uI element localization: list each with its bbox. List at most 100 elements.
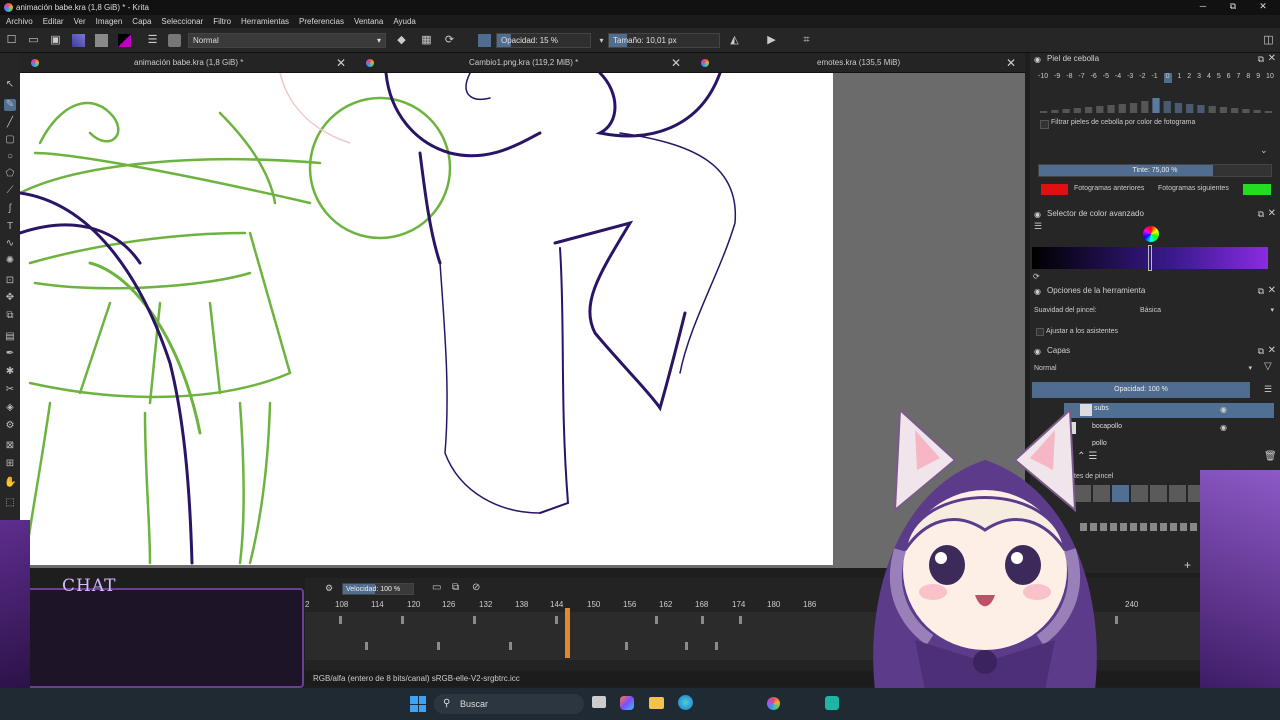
ellipse-tool-icon[interactable]: ○ — [4, 151, 16, 163]
keyframe-mark[interactable] — [473, 616, 476, 624]
onion-frame-number[interactable]: 10 — [1266, 73, 1274, 83]
onion-opacity-bar[interactable] — [1219, 107, 1228, 113]
menu-capa[interactable]: Capa — [132, 17, 151, 26]
mirror-horizontal-icon[interactable]: ◭ — [728, 34, 741, 47]
keyframe-mark[interactable] — [701, 616, 704, 624]
tab-emotes[interactable]: emotes.kra (135,5 MiB) — [817, 53, 900, 73]
assistant-tool-icon[interactable]: ⚙ — [4, 420, 16, 432]
measure-tool-icon[interactable]: ⊠ — [4, 440, 16, 452]
tint-slider[interactable]: Tinte: 75,00 % — [1038, 164, 1272, 177]
close-docker-icon[interactable]: ✕ — [1268, 345, 1276, 356]
open-folder-icon[interactable]: ▭ — [27, 34, 40, 47]
onion-opacity-bar[interactable] — [1186, 104, 1194, 113]
speed-slider[interactable]: Velocidad: 100 % — [342, 583, 414, 595]
menu-imagen[interactable]: Imagen — [96, 17, 123, 26]
keyframe-mark[interactable] — [555, 616, 558, 624]
onion-opacity-bar[interactable] — [1073, 108, 1081, 113]
save-icon[interactable]: ▣ — [49, 34, 62, 47]
onion-frame-number[interactable]: -9 — [1054, 73, 1060, 83]
edit-shapes-icon[interactable]: ↖ — [4, 79, 16, 91]
keyframe-mark[interactable] — [1115, 616, 1118, 624]
drawing-canvas[interactable] — [20, 73, 833, 565]
next-frames-color[interactable] — [1243, 184, 1271, 195]
onion-opacity-bar[interactable] — [1264, 111, 1272, 113]
close-tab-button[interactable]: ✕ — [336, 53, 346, 73]
onion-frame-number[interactable]: 1 — [1177, 73, 1181, 83]
polyline-tool-icon[interactable]: ⟋ — [4, 185, 16, 197]
onion-frame-number[interactable]: -1 — [1151, 73, 1157, 83]
add-icon[interactable]: + — [1184, 558, 1191, 572]
crop-tool-icon[interactable]: ⊡ — [4, 275, 16, 287]
colorize-mask-icon[interactable]: ✂ — [4, 384, 16, 396]
app-taskbar-icon[interactable] — [825, 696, 839, 710]
menu-preferencias[interactable]: Preferencias — [299, 17, 344, 26]
size-slider[interactable]: Tamaño: 10,01 px — [608, 33, 720, 48]
transform-tool-icon[interactable]: ⧉ — [4, 310, 16, 322]
onion-frame-number[interactable]: 8 — [1246, 73, 1250, 83]
float-docker-icon[interactable]: ⧉ — [1258, 54, 1264, 65]
menu-filtro[interactable]: Filtro — [213, 17, 231, 26]
pan-tool-icon[interactable]: ✋ — [4, 477, 16, 489]
float-docker-icon[interactable]: ⧉ — [1258, 286, 1264, 297]
color-picker-icon[interactable]: ✒ — [4, 348, 16, 360]
alpha-lock-icon[interactable]: ▦ — [420, 34, 433, 47]
bezier-tool-icon[interactable]: ʃ — [4, 203, 16, 215]
onion-opacity-bar[interactable] — [1040, 111, 1048, 113]
onion-opacity-bar[interactable] — [1253, 110, 1261, 113]
onion-opacity-bar[interactable] — [1084, 107, 1093, 113]
menu-seleccionar[interactable]: Seleccionar — [161, 17, 203, 26]
onion-frame-number[interactable]: -8 — [1066, 73, 1072, 83]
close-docker-icon[interactable]: ✕ — [1268, 208, 1276, 219]
onion-opacity-bar[interactable] — [1051, 110, 1059, 113]
snap-assistants-checkbox[interactable] — [1036, 328, 1044, 336]
keyframe-mark[interactable] — [509, 642, 512, 650]
onion-frame-number[interactable]: 2 — [1187, 73, 1191, 83]
move-tool-icon[interactable]: ✥ — [4, 292, 16, 304]
onion-frame-number[interactable]: 3 — [1197, 73, 1201, 83]
onion-opacity-bar[interactable] — [1096, 106, 1104, 113]
onion-frame-number[interactable]: 6 — [1227, 73, 1231, 83]
visibility-eye-icon[interactable]: ◉ — [1220, 405, 1227, 414]
onion-frame-number[interactable]: -3 — [1127, 73, 1133, 83]
onion-opacity-bar[interactable] — [1152, 98, 1160, 113]
onion-frame-number[interactable]: 7 — [1237, 73, 1241, 83]
onion-opacity-bar[interactable] — [1174, 103, 1183, 113]
keyframe-mark[interactable] — [365, 642, 368, 650]
frame-track-area[interactable] — [305, 612, 1280, 660]
maximize-button[interactable]: ⧉ — [1218, 1, 1248, 14]
filter-icon[interactable]: ▽ — [1264, 361, 1272, 372]
minimize-button[interactable]: ─ — [1188, 1, 1218, 14]
blend-mode-select[interactable]: Normal ▾ — [188, 33, 386, 48]
foreground-background-color-icon[interactable] — [118, 34, 131, 47]
onion-opacity-bar[interactable] — [1242, 109, 1250, 113]
onion-frame-number[interactable]: -2 — [1139, 73, 1145, 83]
close-docker-icon[interactable]: ✕ — [1268, 53, 1276, 64]
layers-view-icon[interactable]: ⧉ — [452, 582, 459, 593]
selection-rectangle-icon[interactable]: ⬚ — [4, 497, 16, 509]
layer-menu-icon[interactable]: ☰ — [1264, 384, 1272, 395]
menu-ayuda[interactable]: Ayuda — [393, 17, 416, 26]
menu-herramientas[interactable]: Herramientas — [241, 17, 289, 26]
opacity-slider[interactable]: Opacidad: 15 % — [496, 33, 591, 48]
onion-opacity-bar[interactable] — [1107, 105, 1115, 113]
no-onion-icon[interactable]: ⊘ — [472, 582, 480, 593]
mirror-vertical-icon[interactable]: ▶ — [765, 34, 778, 47]
krita-taskbar-icon[interactable] — [767, 697, 780, 710]
close-docker-icon[interactable]: ✕ — [1268, 285, 1276, 296]
frame-icon[interactable]: ▭ — [432, 582, 441, 593]
gradient-tool-icon[interactable]: ▤ — [4, 331, 16, 343]
gradient-icon[interactable] — [72, 34, 85, 47]
onion-frame-number[interactable]: -5 — [1103, 73, 1109, 83]
docker-layout-icon[interactable]: ◫ — [1262, 34, 1275, 47]
previous-frames-color[interactable] — [1041, 184, 1068, 195]
menu-icon[interactable]: ☰ — [1034, 221, 1042, 232]
tab-cambio1[interactable]: Cambio1.png.kra (119,2 MiB) * — [469, 53, 578, 73]
keyframe-mark[interactable] — [715, 642, 718, 650]
brush-settings-icon[interactable]: ☰ — [146, 34, 159, 47]
onion-frame-number[interactable]: -6 — [1091, 73, 1097, 83]
polygon-tool-icon[interactable]: ⬠ — [4, 168, 16, 180]
chevron-down-icon[interactable]: ▾ — [595, 34, 608, 47]
onion-frame-number[interactable]: -7 — [1078, 73, 1084, 83]
menu-editar[interactable]: Editar — [43, 17, 64, 26]
float-docker-icon[interactable]: ⧉ — [1258, 209, 1264, 220]
